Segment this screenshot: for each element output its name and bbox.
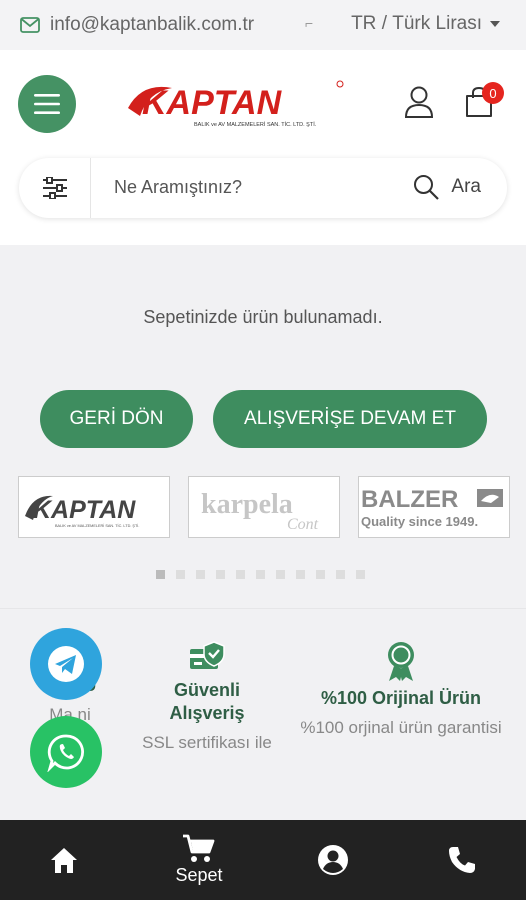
brand-logo-kaptan[interactable]: KAPTAN BALIK ve AV MALZEMELERİ SAN. TİC.… xyxy=(18,476,170,538)
brand-karpela-sub: Cont xyxy=(287,516,319,533)
search-button[interactable]: Ara xyxy=(413,174,481,200)
search-bar: Ne Aramıştınız? Ara xyxy=(19,158,507,218)
award-ribbon-icon xyxy=(388,642,414,681)
chevron-down-icon xyxy=(490,21,500,27)
filter-sliders-icon xyxy=(42,177,67,199)
lang-separator: / xyxy=(381,13,387,34)
carousel-pagination xyxy=(156,570,365,579)
kaptan-logo[interactable]: KAPTAN BALIK ve AV MALZEMELERİ SAN. TİC.… xyxy=(124,78,344,130)
search-button-label: Ara xyxy=(451,176,481,197)
feature-secure-title: Güvenli Alışveriş xyxy=(169,680,245,723)
feature-secure-desc: SSL sertifikası ile xyxy=(142,733,272,752)
phone-icon xyxy=(449,847,475,873)
logo-wordmark: KAPTAN xyxy=(142,84,283,122)
email-text: info@kaptanbalik.com.tr xyxy=(50,14,255,35)
back-button[interactable]: GERİ DÖN xyxy=(40,390,193,448)
carousel-dot[interactable] xyxy=(176,570,185,579)
brand-balzer-sub: Quality since 1949. xyxy=(361,514,478,529)
brand-logo-karpela[interactable]: karpela Cont xyxy=(188,476,340,538)
shopping-cart-icon xyxy=(183,834,215,862)
logo-subtext: BALIK ve AV MALZEMELERİ SAN. TİC. LTD. Ş… xyxy=(194,121,317,128)
nav-home[interactable] xyxy=(38,820,90,900)
account-icon xyxy=(318,845,348,875)
brand-karpela-name: karpela xyxy=(201,489,293,520)
top-bar: info@kaptanbalik.com.tr ⌐ TR / Türk Lira… xyxy=(0,0,526,50)
feature-original-title: %100 Orijinal Ürün xyxy=(320,688,482,708)
cart-count-badge: 0 xyxy=(482,82,504,104)
section-divider xyxy=(0,608,526,609)
carousel-dot[interactable] xyxy=(316,570,325,579)
carousel-dot[interactable] xyxy=(236,570,245,579)
brand-carousel: KAPTAN BALIK ve AV MALZEMELERİ SAN. TİC.… xyxy=(18,476,510,540)
search-icon xyxy=(414,175,440,200)
brand-logo-balzer[interactable]: BALZER Quality since 1949. xyxy=(358,476,510,538)
carousel-dot[interactable] xyxy=(256,570,265,579)
filter-button[interactable] xyxy=(19,158,91,218)
telegram-icon xyxy=(48,646,84,682)
brand-balzer-name: BALZER xyxy=(361,486,458,513)
divider-mark: ⌐ xyxy=(305,15,314,31)
brand-kaptan-sub: BALIK ve AV MALZEMELERİ SAN. TİC. LTD. Ş… xyxy=(55,523,139,528)
nav-account[interactable] xyxy=(307,820,359,900)
bottom-navigation: Sepet xyxy=(0,820,526,900)
nav-cart-label: Sepet xyxy=(175,865,223,885)
mail-icon xyxy=(20,17,40,33)
empty-cart-message: Sepetinizde ürün bulunamadı. xyxy=(143,307,383,327)
menu-button[interactable] xyxy=(18,75,76,133)
search-input[interactable]: Ne Aramıştınız? xyxy=(114,177,242,198)
carousel-dot[interactable] xyxy=(276,570,285,579)
carousel-dot[interactable] xyxy=(216,570,225,579)
whatsapp-button[interactable] xyxy=(30,716,102,788)
site-header: KAPTAN BALIK ve AV MALZEMELERİ SAN. TİC.… xyxy=(0,50,526,245)
language-code: TR xyxy=(351,13,377,34)
contact-email[interactable]: info@kaptanbalik.com.tr xyxy=(20,14,254,36)
secure-card-icon xyxy=(190,641,225,669)
feature-original-desc: %100 orjinal ürün garantisi xyxy=(300,718,502,737)
user-icon[interactable] xyxy=(404,86,434,118)
whatsapp-icon xyxy=(47,734,85,772)
carousel-dot[interactable] xyxy=(296,570,305,579)
home-icon xyxy=(51,848,77,873)
carousel-dot[interactable] xyxy=(356,570,365,579)
nav-cart[interactable]: Sepet xyxy=(166,820,232,900)
currency-name: Türk Lirası xyxy=(392,13,482,34)
carousel-dot[interactable] xyxy=(196,570,205,579)
brand-kaptan-name: KAPTAN xyxy=(33,496,136,524)
nav-phone[interactable] xyxy=(436,820,488,900)
feature-original-product: %100 Orijinal Ürün %100 orjinal ürün gar… xyxy=(300,640,502,739)
continue-shopping-button[interactable]: ALIŞVERİŞE DEVAM ET xyxy=(213,390,487,448)
feature-secure-shopping: Güvenli Alışveriş SSL sertifikası ile xyxy=(137,640,277,754)
carousel-dot[interactable] xyxy=(156,570,165,579)
language-currency-select[interactable]: TR / Türk Lirası xyxy=(351,13,500,35)
carousel-dot[interactable] xyxy=(336,570,345,579)
telegram-button[interactable] xyxy=(30,628,102,700)
hamburger-icon xyxy=(34,94,60,114)
